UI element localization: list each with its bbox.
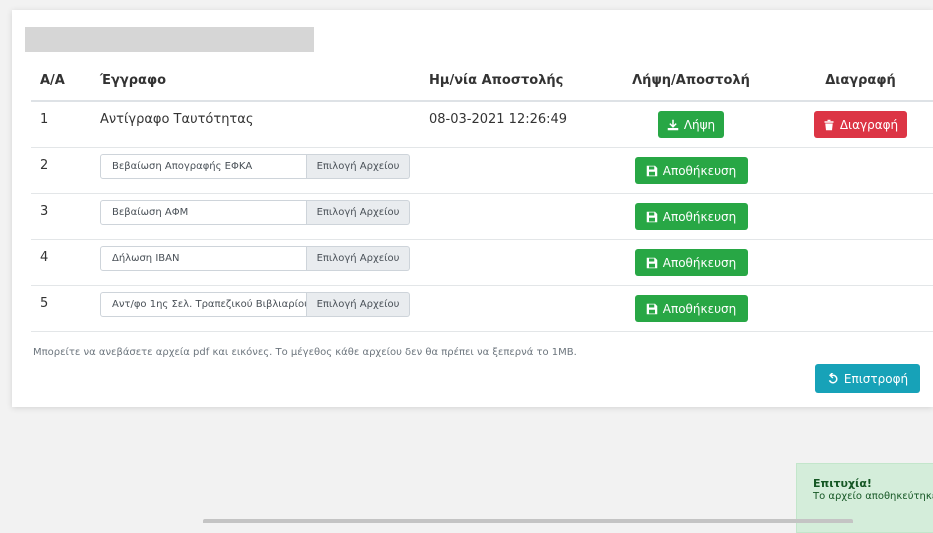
upload-note: Μπορείτε να ανεβάσετε αρχεία pdf και εικ… <box>33 347 577 358</box>
file-input-group[interactable]: Βεβαίωση ΑΦΜ Επιλογή Αρχείου <box>100 200 410 225</box>
browse-file-button[interactable]: Επιλογή Αρχείου <box>307 292 410 317</box>
file-name-field[interactable]: Βεβαίωση ΑΦΜ <box>100 200 307 225</box>
browse-file-button[interactable]: Επιλογή Αρχείου <box>307 246 410 271</box>
table-row: 1 Αντίγραφο Ταυτότητας 08-03-2021 12:26:… <box>31 102 933 148</box>
save-button[interactable]: Αποθήκευση <box>634 295 748 322</box>
save-floppy-icon <box>646 165 658 176</box>
download-label: Λήψη <box>683 117 716 132</box>
save-button[interactable]: Αποθήκευση <box>634 249 748 276</box>
save-floppy-icon <box>646 211 658 222</box>
table-row: 5 Αντ/φο 1ης Σελ. Τραπεζικού Βιβλιαρίου … <box>31 286 933 332</box>
file-name-field[interactable]: Αντ/φο 1ης Σελ. Τραπεζικού Βιβλιαρίου <box>100 292 307 317</box>
delete-label: Διαγραφή <box>839 117 899 132</box>
save-label: Αποθήκευση <box>662 301 737 316</box>
file-input-group[interactable]: Βεβαίωση Απογραφής ΕΦΚΑ Επιλογή Αρχείου <box>100 154 410 179</box>
header-get-send: Λήψη/Αποστολή <box>632 73 750 88</box>
save-label: Αποθήκευση <box>662 163 737 178</box>
save-label: Αποθήκευση <box>662 209 737 224</box>
trash-icon <box>824 119 834 130</box>
send-date: 08-03-2021 12:26:49 <box>429 112 568 127</box>
header-date: Ημ/νία Αποστολής <box>429 73 564 88</box>
documents-table: Α/Α Έγγραφο Ημ/νία Αποστολής Λήψη/Αποστο… <box>31 54 933 332</box>
file-input-group[interactable]: Δήλωση IBAN Επιλογή Αρχείου <box>100 246 410 271</box>
file-name-field[interactable]: Δήλωση IBAN <box>100 246 307 271</box>
download-button[interactable]: Λήψη <box>657 111 725 138</box>
document-name: Αντίγραφο Ταυτότητας <box>100 112 254 127</box>
documents-card: Α/Α Έγγραφο Ημ/νία Αποστολής Λήψη/Αποστο… <box>12 10 933 407</box>
row-number: 2 <box>40 158 49 173</box>
browse-file-button[interactable]: Επιλογή Αρχείου <box>307 154 410 179</box>
save-label: Αποθήκευση <box>662 255 737 270</box>
save-button[interactable]: Αποθήκευση <box>634 157 748 184</box>
save-button[interactable]: Αποθήκευση <box>634 203 748 230</box>
file-name-field[interactable]: Βεβαίωση Απογραφής ΕΦΚΑ <box>100 154 307 179</box>
save-floppy-icon <box>646 303 658 314</box>
row-number: 4 <box>40 250 49 265</box>
row-number: 5 <box>40 296 49 311</box>
toast-title: Επιτυχία! <box>813 477 872 490</box>
table-header-row: Α/Α Έγγραφο Ημ/νία Αποστολής Λήψη/Αποστο… <box>31 54 933 102</box>
table-row: 4 Δήλωση IBAN Επιλογή Αρχείου Αποθήκευση <box>31 240 933 286</box>
row-number: 3 <box>40 204 49 219</box>
table-row: 3 Βεβαίωση ΑΦΜ Επιλογή Αρχείου Αποθήκευσ… <box>31 194 933 240</box>
redacted-header <box>25 27 314 52</box>
save-floppy-icon <box>646 257 658 268</box>
header-delete: Διαγραφή <box>825 73 896 88</box>
table-row: 2 Βεβαίωση Απογραφής ΕΦΚΑ Επιλογή Αρχείο… <box>31 148 933 194</box>
row-number: 1 <box>40 112 49 127</box>
horizontal-scrollbar[interactable] <box>203 519 853 523</box>
browse-file-button[interactable]: Επιλογή Αρχείου <box>307 200 410 225</box>
download-icon <box>667 119 679 130</box>
header-aa: Α/Α <box>40 73 65 88</box>
undo-icon <box>828 372 838 383</box>
delete-button[interactable]: Διαγραφή <box>813 111 908 138</box>
toast-message: Το αρχείο αποθηκεύτηκε <box>813 491 933 502</box>
back-label: Επιστροφή <box>843 371 909 386</box>
back-button[interactable]: Επιστροφή <box>815 364 920 393</box>
header-document: Έγγραφο <box>100 73 167 88</box>
file-input-group[interactable]: Αντ/φο 1ης Σελ. Τραπεζικού Βιβλιαρίου Επ… <box>100 292 410 317</box>
